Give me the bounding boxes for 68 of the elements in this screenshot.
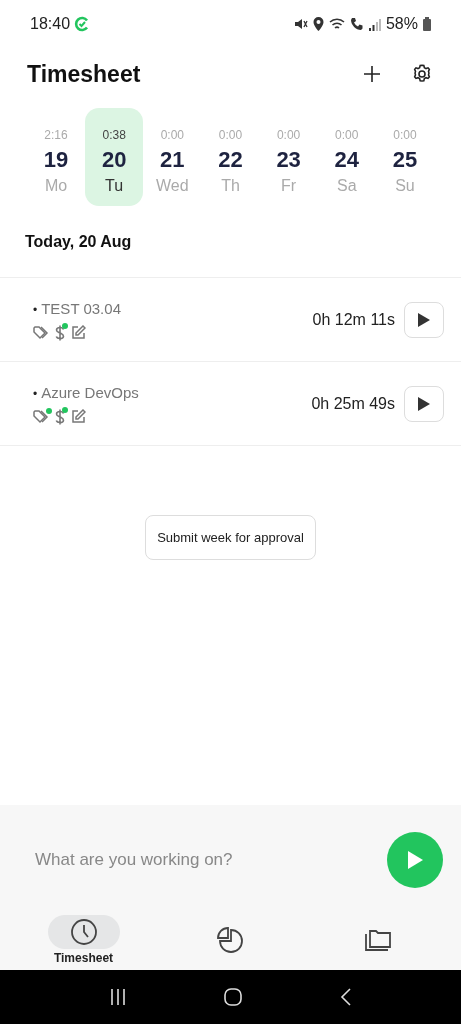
section-title: Today, 20 Aug [25, 231, 132, 252]
day-weekday: Tu [105, 176, 124, 196]
day-tab[interactable]: 2:16 19 Mo [27, 108, 85, 206]
project-name: TEST 03.04 [41, 299, 121, 320]
page-title: Timesheet [27, 59, 141, 89]
day-tab[interactable]: 0:00 22 Th [201, 108, 260, 206]
play-icon [417, 395, 431, 412]
day-weekday: Mo [44, 176, 68, 196]
day-tab[interactable]: 0:00 25 Su [375, 108, 434, 206]
phone-icon [349, 17, 364, 31]
day-weekday: Su [395, 176, 415, 196]
time-entry[interactable]: • Azure DevOps 0h 25m 49s [0, 362, 461, 446]
start-timer-button[interactable] [387, 832, 443, 888]
recent-apps-icon[interactable] [108, 988, 127, 1006]
bullet: • [33, 385, 38, 403]
play-button[interactable] [404, 301, 444, 338]
edit-icon[interactable] [71, 409, 86, 425]
tag-icon[interactable] [33, 325, 49, 340]
settings-icon [411, 63, 433, 85]
play-icon [406, 850, 424, 870]
nav-tab[interactable]: Timesheet [33, 915, 134, 967]
day-hours: 0:38 [102, 127, 126, 144]
day-date: 25 [392, 146, 418, 174]
submit-button[interactable]: Submit week for approval [145, 515, 316, 560]
dollar-icon[interactable] [55, 324, 65, 341]
tag-icon[interactable] [33, 409, 49, 424]
mute-icon [293, 17, 308, 31]
plus-icon [363, 65, 381, 83]
location-icon [312, 17, 324, 31]
day-weekday: Sa [337, 176, 357, 196]
day-date: 22 [218, 146, 243, 174]
entry-duration: 0h 12m 11s [312, 309, 395, 330]
bullet: • [33, 301, 38, 319]
day-hours: 0:00 [276, 127, 301, 144]
edit-icon[interactable] [71, 325, 86, 341]
day-hours: 0:00 [393, 127, 417, 144]
status-time: 18:40 [30, 14, 71, 34]
day-tab[interactable]: 0:00 23 Fr [259, 108, 318, 206]
day-hours: 0:00 [160, 127, 184, 144]
play-icon [417, 311, 431, 328]
day-tab[interactable]: 0:00 24 Sa [317, 108, 376, 206]
battery-level: 58% [385, 14, 418, 34]
day-hours: 2:16 [44, 127, 68, 144]
home-icon[interactable] [224, 988, 243, 1006]
day-date: 21 [160, 146, 185, 174]
day-date: 23 [276, 146, 301, 174]
play-button[interactable] [404, 385, 444, 422]
pie-chart-icon [216, 926, 245, 954]
day-weekday: Fr [281, 176, 297, 196]
day-weekday: Th [221, 176, 240, 196]
app-logo-icon [74, 16, 91, 32]
day-date: 19 [43, 146, 69, 174]
day-hours: 0:00 [218, 127, 243, 144]
day-date: 20 [101, 146, 127, 174]
back-icon[interactable] [340, 988, 353, 1006]
day-tab[interactable]: 0:00 21 Wed [143, 108, 202, 206]
day-hours: 0:00 [335, 127, 359, 144]
dollar-icon[interactable] [55, 408, 65, 425]
entry-duration: 0h 25m 49s [311, 393, 395, 414]
project-name: Azure DevOps [41, 383, 139, 404]
wifi-icon [328, 17, 345, 31]
day-date: 24 [334, 146, 359, 174]
time-entry[interactable]: • TEST 03.04 0h 12m 11s [0, 278, 461, 362]
day-weekday: Wed [156, 176, 189, 196]
signal-icon [368, 17, 381, 31]
battery-icon [423, 17, 431, 31]
clock-icon [69, 918, 98, 946]
day-tab[interactable]: 0:38 20 Tu [85, 108, 144, 206]
